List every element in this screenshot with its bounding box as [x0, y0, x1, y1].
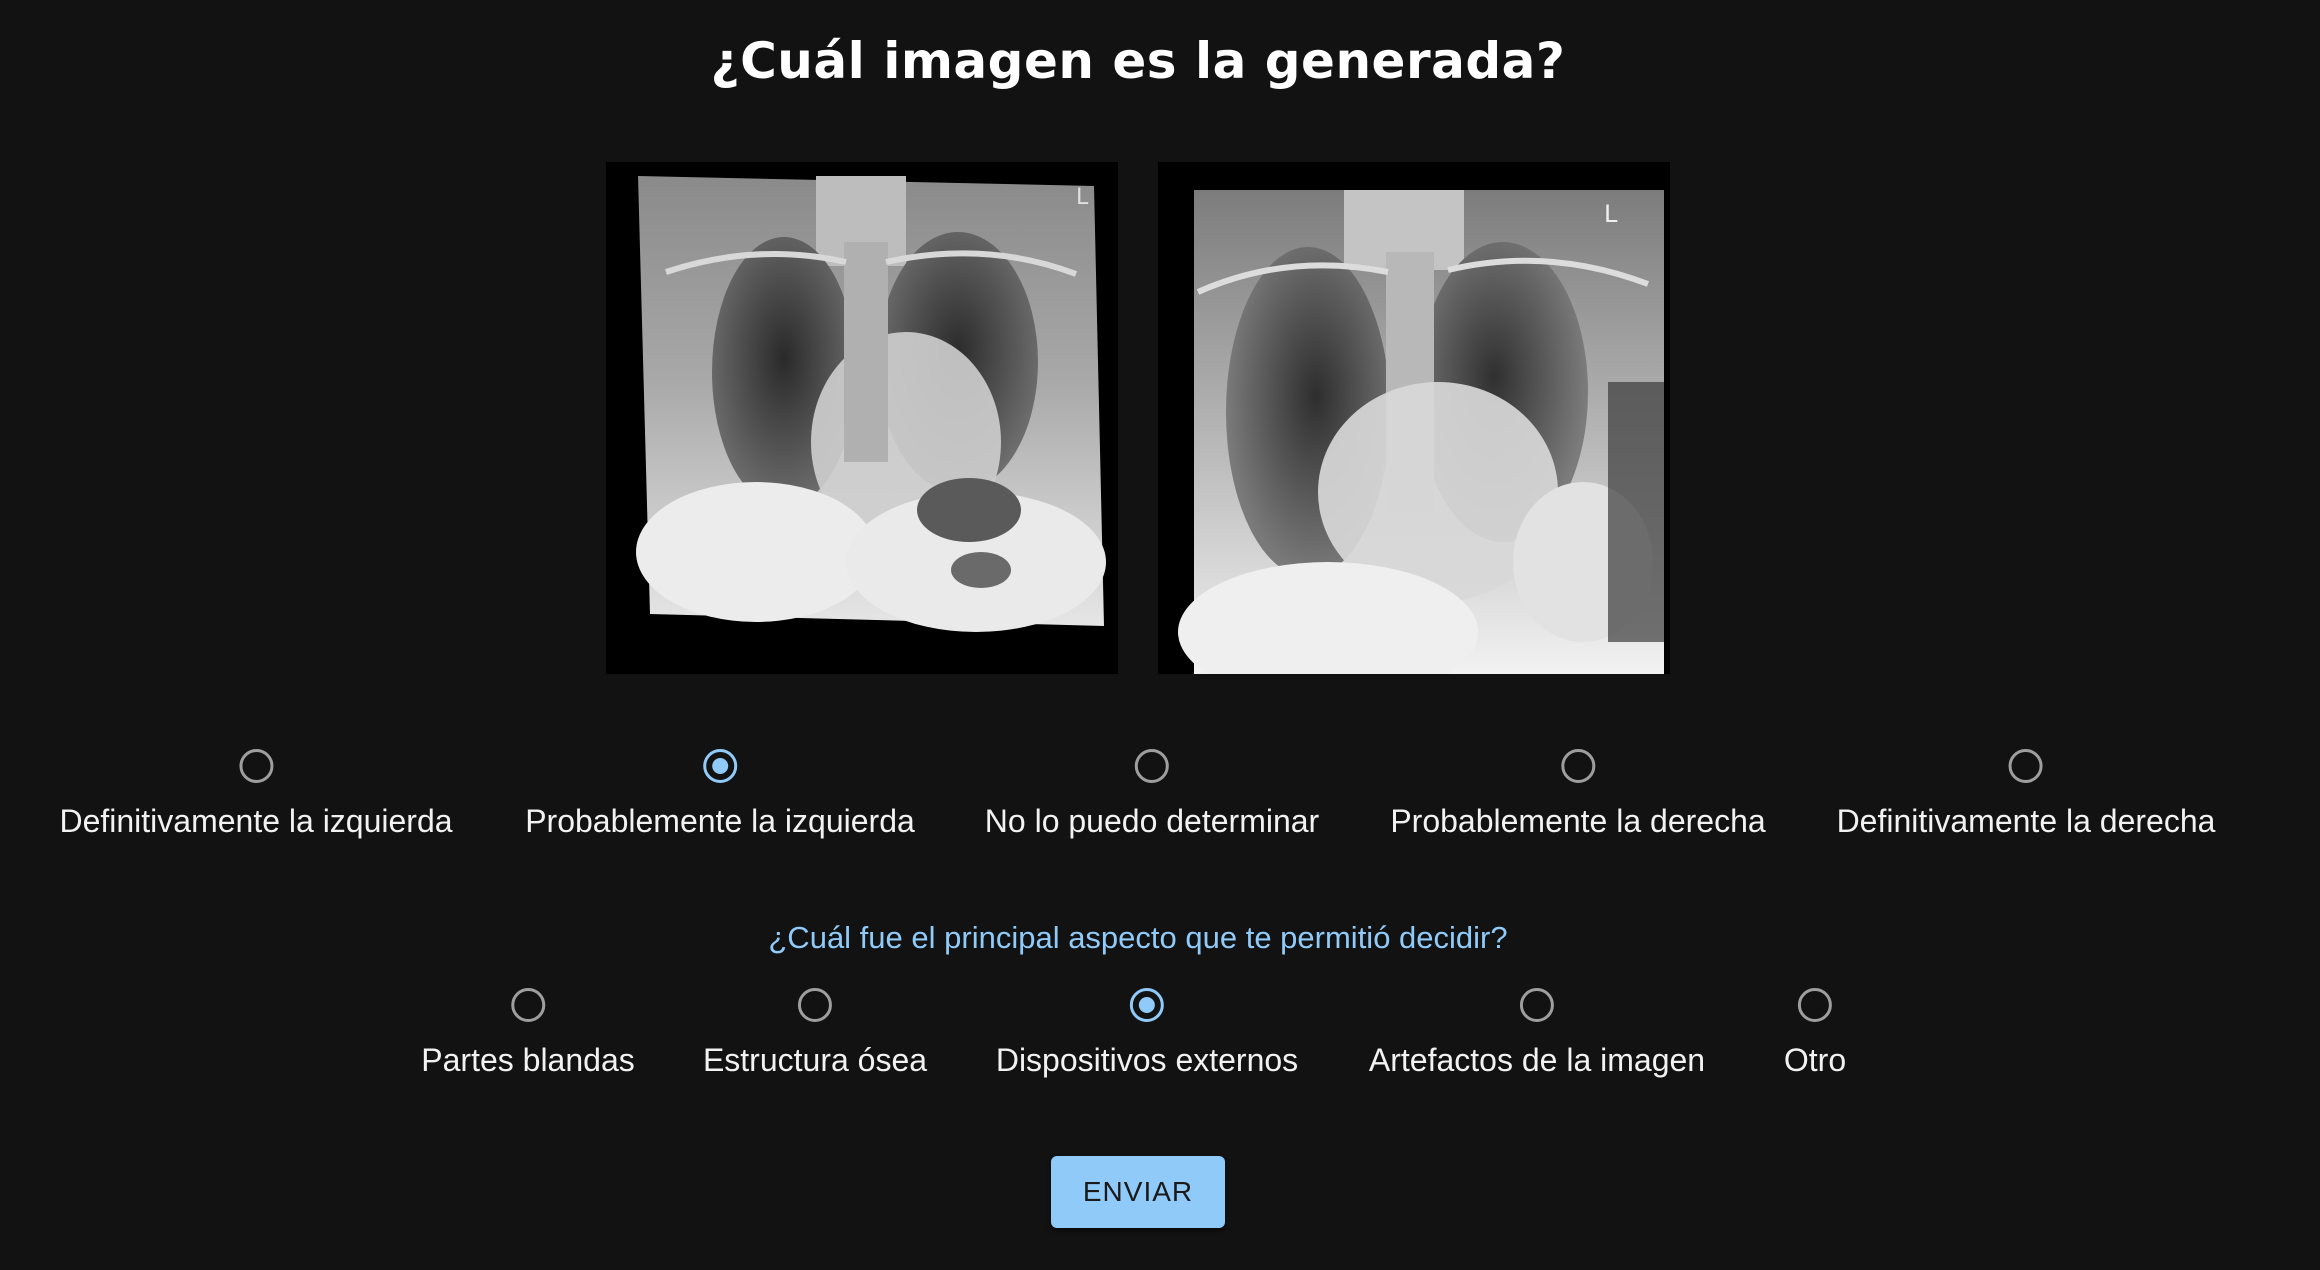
- radio-unchecked-icon[interactable]: [1134, 749, 1169, 783]
- radio-unchecked-icon[interactable]: [1520, 988, 1554, 1022]
- radio-option-external-devices[interactable]: Dispositivos externos: [996, 983, 1298, 1079]
- radio-unchecked-icon[interactable]: [1797, 988, 1832, 1022]
- radio-option-cannot-determine[interactable]: No lo puedo determinar: [985, 744, 1319, 840]
- radio-label: Probablemente la derecha: [1390, 803, 1766, 839]
- right-xray-image: L: [1158, 162, 1670, 674]
- radio-label: Dispositivos externos: [995, 1042, 1299, 1078]
- radio-option-definitely-left[interactable]: Definitivamente la izquierda: [59, 744, 453, 840]
- submit-button[interactable]: ENVIAR: [1051, 1156, 1225, 1228]
- radio-label: Definitivamente la izquierda: [59, 803, 453, 839]
- radio-unchecked-icon[interactable]: [797, 988, 832, 1022]
- radio-label: Partes blandas: [421, 1042, 635, 1078]
- chest-xray-right-icon: L: [1158, 162, 1670, 674]
- radio-option-image-artifacts[interactable]: Artefactos de la imagen: [1369, 983, 1705, 1079]
- radio-option-probably-left[interactable]: Probablemente la izquierda: [525, 744, 915, 840]
- radio-checked-icon[interactable]: [702, 749, 737, 783]
- page-title: ¿Cuál imagen es la generada?: [710, 32, 1566, 90]
- left-xray-image: L: [606, 162, 1118, 674]
- radio-option-probably-right[interactable]: Probablemente la derecha: [1390, 744, 1766, 840]
- preference-radio-group: Definitivamente la izquierda Probablemen…: [0, 744, 2320, 864]
- radio-option-definitely-right[interactable]: Definitivamente la derecha: [1836, 744, 2216, 840]
- chest-xray-left-icon: L: [606, 162, 1118, 674]
- radio-label: Probablemente la izquierda: [525, 803, 915, 839]
- radio-label: Artefactos de la imagen: [1368, 1042, 1706, 1078]
- radio-unchecked-icon[interactable]: [511, 988, 545, 1022]
- radio-label: Estructura ósea: [702, 1042, 928, 1078]
- radio-option-bone-structure[interactable]: Estructura ósea: [703, 983, 927, 1079]
- radio-unchecked-icon[interactable]: [2009, 749, 2043, 783]
- aspect-radio-group: Partes blandas Estructura ósea Dispositi…: [0, 983, 2320, 1103]
- radio-option-soft-tissue[interactable]: Partes blandas: [421, 983, 635, 1079]
- radio-label: Definitivamente la derecha: [1836, 803, 2216, 839]
- svg-text:L: L: [1604, 200, 1618, 228]
- radio-unchecked-icon[interactable]: [1560, 749, 1595, 783]
- radio-checked-icon[interactable]: [1130, 988, 1164, 1022]
- radio-option-other[interactable]: Otro: [1784, 983, 1846, 1079]
- radio-unchecked-icon[interactable]: [239, 749, 273, 783]
- survey-page: ¿Cuál imagen es la generada? L L Definit…: [0, 0, 2320, 1270]
- svg-text:L: L: [1076, 185, 1089, 210]
- aspect-question-label: ¿Cuál fue el principal aspecto que te pe…: [768, 920, 1508, 955]
- radio-label: Otro: [1783, 1042, 1847, 1078]
- radio-label: No lo puedo determinar: [984, 803, 1320, 839]
